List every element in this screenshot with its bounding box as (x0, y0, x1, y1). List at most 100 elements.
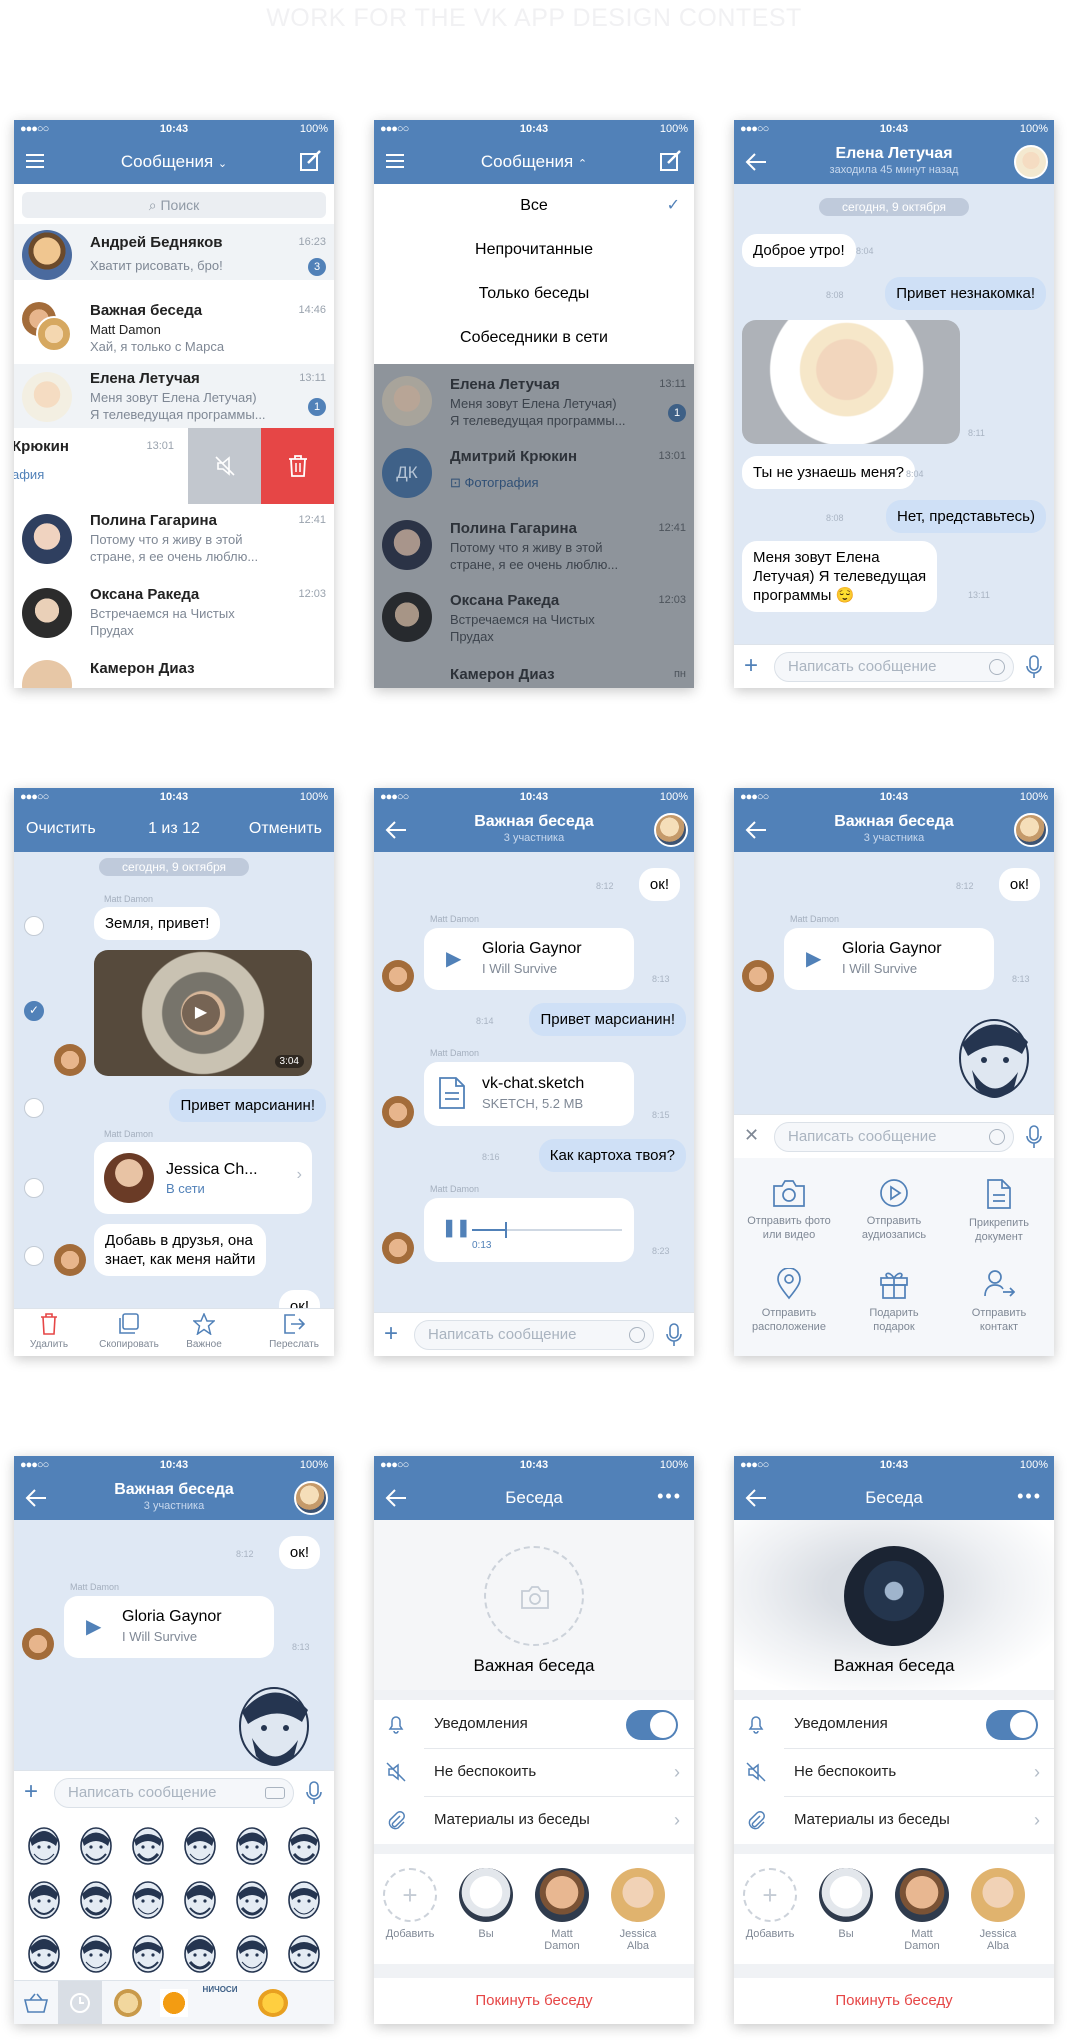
nichosi-sticker-pack[interactable]: НИЧОСИ (200, 1985, 240, 2021)
cancel-button[interactable]: Отменить (249, 820, 322, 838)
sticker[interactable] (22, 1874, 66, 1922)
leave-chat-button[interactable]: Покинуть беседу (374, 1978, 694, 2024)
do-not-disturb-option[interactable]: Не беспокоить › (374, 1748, 694, 1796)
message-in[interactable]: ок! (638, 868, 680, 901)
message-input[interactable]: Написать сообщение (774, 652, 1014, 682)
group-avatar[interactable] (654, 813, 688, 847)
member-matt[interactable]: Matt Damon (532, 1868, 592, 1952)
messages-title-dropdown[interactable]: Сообщения ⌄ (14, 152, 334, 172)
contact-card[interactable]: Jessica Ch... В сети › (94, 1142, 312, 1214)
message-out[interactable]: Привет незнакомка! (885, 277, 1046, 310)
video-message[interactable]: ▶ 3:04 (94, 950, 312, 1076)
notifications-option[interactable]: Уведомления (734, 1700, 1054, 1748)
group-avatar[interactable] (294, 1481, 328, 1515)
filter-online[interactable]: Собеседники в сети (374, 316, 694, 360)
pause-icon[interactable]: ❚❚ (442, 1218, 471, 1238)
chat-row-swiped[interactable]: Крюкин 13:01 афия (14, 428, 334, 504)
plus-icon[interactable]: + (384, 1322, 398, 1346)
doge-sticker-pack[interactable] (114, 1989, 142, 2017)
lincoln-sticker[interactable] (228, 1682, 318, 1770)
attach-photo[interactable]: Отправить фото или видео (744, 1178, 834, 1242)
attach-document[interactable]: Прикрепить документ (954, 1178, 1044, 1244)
plus-icon[interactable]: + (744, 654, 758, 678)
message-input[interactable]: Написать сообщение (54, 1778, 294, 1808)
important-tool[interactable]: Важное (174, 1313, 234, 1350)
sticker[interactable] (282, 1928, 326, 1976)
notifications-toggle[interactable] (986, 1710, 1038, 1740)
sticker[interactable] (126, 1928, 170, 1976)
message-in[interactable]: ок! (278, 1536, 320, 1569)
sticker[interactable] (126, 1820, 170, 1868)
message-out[interactable]: Как картоха твоя? (538, 1139, 686, 1172)
audio-message[interactable]: ▶ Gloria Gaynor I Will Survive (784, 928, 994, 990)
sticker[interactable] (230, 1928, 274, 1976)
message-out[interactable]: Привет марсианин! (529, 1003, 686, 1036)
sticker[interactable] (22, 1928, 66, 1976)
filter-chats[interactable]: Только беседы (374, 272, 694, 316)
filter-unread[interactable]: Непрочитанные (374, 228, 694, 272)
more-icon[interactable]: ••• (1017, 1486, 1042, 1507)
recent-tab[interactable] (58, 1981, 102, 2024)
sticker[interactable] (22, 1820, 66, 1868)
chat-row[interactable]: Полина Гагарина 12:41 Потому что я живу … (14, 504, 334, 576)
messages-title-dropdown[interactable]: Сообщения ⌃ (374, 152, 694, 172)
sticker[interactable] (126, 1874, 170, 1922)
photo-message[interactable] (742, 320, 960, 444)
compose-icon[interactable] (660, 150, 682, 172)
audio-message[interactable]: ▶ Gloria Gaynor I Will Survive (64, 1596, 274, 1658)
voice-progress[interactable] (472, 1222, 622, 1238)
member-matt[interactable]: Matt Damon (892, 1868, 952, 1952)
notifications-option[interactable]: Уведомления (374, 1700, 694, 1748)
audio-message[interactable]: ▶ Gloria Gaynor I Will Survive (424, 928, 634, 990)
message-in[interactable]: Земля, привет! (94, 907, 221, 940)
attach-audio[interactable]: Отправить аудиозапись (849, 1178, 939, 1242)
chat-row[interactable]: Важная беседа 14:46 Matt Damon Хай, я то… (14, 296, 334, 354)
delete-button[interactable] (261, 428, 334, 504)
member-you[interactable]: Вы (816, 1868, 876, 1940)
poop-sticker-pack[interactable] (160, 1989, 188, 2017)
delete-tool[interactable]: Удалить (14, 1313, 84, 1350)
compose-icon[interactable] (300, 150, 322, 172)
chat-row[interactable]: Андрей Бедняков 16:23 Хватит рисовать, б… (14, 224, 334, 280)
attach-location[interactable]: Отправить расположение (744, 1268, 834, 1334)
filter-all[interactable]: Все ✓ (374, 184, 694, 228)
select-checkbox[interactable] (24, 916, 44, 936)
play-icon[interactable]: ▶ (806, 946, 821, 971)
member-jessica[interactable]: Jessica Alba (968, 1868, 1028, 1952)
play-icon[interactable]: ▶ (446, 946, 461, 971)
play-icon[interactable]: ▶ (86, 1614, 101, 1639)
basket-icon[interactable] (24, 1993, 48, 2013)
close-icon[interactable]: ✕ (744, 1124, 759, 1146)
microphone-icon[interactable] (664, 1323, 684, 1347)
sticker-icon[interactable] (629, 1327, 645, 1343)
message-in[interactable]: Добавь в друзья, она знает, как меня найт… (94, 1224, 267, 1276)
chat-materials-option[interactable]: Материалы из беседы › (374, 1796, 694, 1844)
message-in[interactable]: Ты не узнаешь меня? (742, 456, 916, 489)
sticker[interactable] (230, 1874, 274, 1922)
sticker[interactable] (178, 1874, 222, 1922)
chat-row[interactable]: Камерон Диаз (14, 648, 334, 688)
add-member-button[interactable]: + Добавить (380, 1868, 440, 1940)
group-avatar[interactable] (1014, 813, 1048, 847)
voice-message[interactable]: ❚❚ 0:13 (424, 1198, 634, 1262)
chat-photo[interactable] (844, 1546, 944, 1646)
keyboard-icon[interactable] (265, 1787, 285, 1799)
select-checkbox[interactable] (24, 1098, 44, 1118)
select-checkbox[interactable] (24, 1178, 44, 1198)
sticker-icon[interactable] (989, 659, 1005, 675)
mute-button[interactable] (188, 428, 261, 504)
leave-chat-button[interactable]: Покинуть беседу (734, 1978, 1054, 2024)
do-not-disturb-option[interactable]: Не беспокоить › (734, 1748, 1054, 1796)
sticker[interactable] (282, 1874, 326, 1922)
sticker[interactable] (74, 1874, 118, 1922)
member-jessica[interactable]: Jessica Alba (608, 1868, 668, 1952)
add-member-button[interactable]: + Добавить (740, 1868, 800, 1940)
notifications-toggle[interactable] (626, 1710, 678, 1740)
sticker-icon[interactable] (989, 1129, 1005, 1145)
attach-contact[interactable]: Отправить контакт (954, 1268, 1044, 1334)
sticker[interactable] (178, 1928, 222, 1976)
more-icon[interactable]: ••• (657, 1486, 682, 1507)
microphone-icon[interactable] (1024, 1125, 1044, 1149)
message-input[interactable]: Написать сообщение (774, 1122, 1014, 1152)
message-in[interactable]: Доброе утро! (742, 234, 856, 267)
